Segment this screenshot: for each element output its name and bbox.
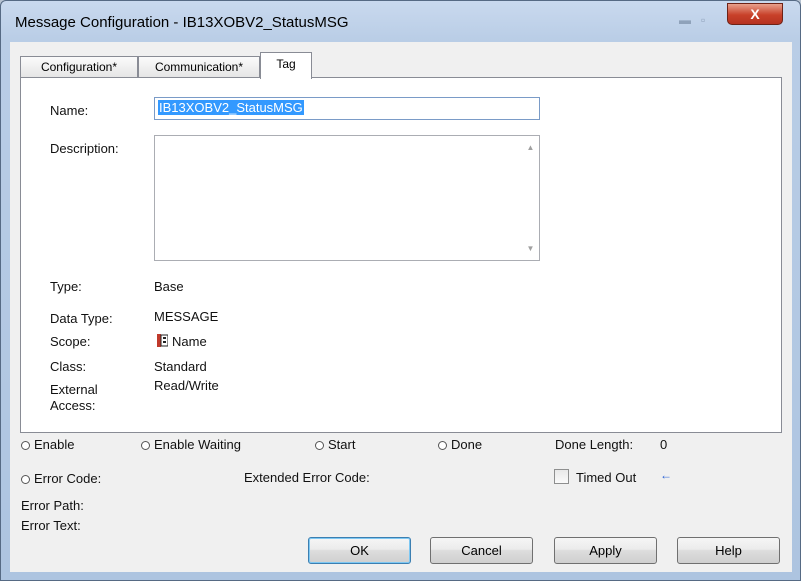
enable-waiting-label: Enable Waiting bbox=[154, 437, 241, 452]
done-length-value: 0 bbox=[660, 437, 668, 452]
enable-indicator: Enable bbox=[21, 437, 74, 452]
done-length-label: Done Length: bbox=[555, 437, 634, 452]
timed-out-label: Timed Out bbox=[576, 470, 637, 485]
start-label: Start bbox=[328, 437, 356, 452]
name-input-selected-text: IB13XOBV2_StatusMSG bbox=[158, 100, 304, 115]
done-radio-icon bbox=[438, 441, 447, 450]
done-indicator: Done bbox=[438, 437, 482, 452]
error-code-label: Error Code: bbox=[34, 471, 102, 486]
enable-radio-icon bbox=[21, 441, 30, 450]
start-indicator: Start bbox=[315, 437, 355, 452]
enable-waiting-indicator: Enable Waiting bbox=[141, 437, 241, 452]
close-icon: X bbox=[750, 6, 760, 22]
name-input[interactable]: IB13XOBV2_StatusMSG bbox=[154, 97, 540, 120]
name-label: Name: bbox=[50, 103, 89, 118]
tag-panel: Name: IB13XOBV2_StatusMSG Description: ▲… bbox=[20, 77, 782, 433]
start-radio-icon bbox=[315, 441, 324, 450]
external-access-label-line1: External bbox=[50, 382, 98, 397]
external-access-value: Read/Write bbox=[154, 378, 219, 393]
class-value: Standard bbox=[154, 359, 207, 374]
arrow-left-icon: ← bbox=[660, 468, 672, 482]
data-type-label: Data Type: bbox=[50, 311, 113, 326]
error-code-radio-icon bbox=[21, 475, 30, 484]
maximize-icon[interactable]: ▫ bbox=[701, 13, 705, 27]
description-label: Description: bbox=[50, 141, 119, 156]
controller-tag-icon bbox=[157, 334, 168, 347]
title-bar[interactable]: Message Configuration - IB13XOBV2_Status… bbox=[1, 1, 800, 41]
type-label: Type: bbox=[50, 279, 82, 294]
extended-error-code-label: Extended Error Code: bbox=[244, 470, 370, 485]
apply-button[interactable]: Apply bbox=[554, 537, 657, 564]
dialog-client-area: Configuration* Communication* Tag Name: … bbox=[10, 42, 792, 572]
external-access-label-line2: Access: bbox=[50, 398, 96, 413]
description-scrollbar[interactable]: ▲ ▼ bbox=[522, 136, 539, 260]
ok-button[interactable]: OK bbox=[308, 537, 411, 564]
scroll-up-arrow-icon[interactable]: ▲ bbox=[522, 139, 539, 156]
enable-waiting-radio-icon bbox=[141, 441, 150, 450]
error-text-label: Error Text: bbox=[21, 518, 81, 533]
tab-configuration[interactable]: Configuration* bbox=[20, 56, 138, 78]
message-configuration-window: Message Configuration - IB13XOBV2_Status… bbox=[0, 0, 801, 581]
data-type-value: MESSAGE bbox=[154, 309, 219, 324]
scope-value: Name bbox=[172, 334, 207, 349]
error-path-label: Error Path: bbox=[21, 498, 84, 513]
tab-tag[interactable]: Tag bbox=[260, 52, 312, 79]
scroll-down-arrow-icon[interactable]: ▼ bbox=[522, 240, 539, 257]
help-button[interactable]: Help bbox=[677, 537, 780, 564]
close-button[interactable]: X bbox=[727, 3, 783, 25]
enable-label: Enable bbox=[34, 437, 75, 452]
window-title: Message Configuration - IB13XOBV2_Status… bbox=[15, 14, 349, 31]
minimize-icon[interactable]: ▬ bbox=[679, 13, 691, 27]
type-value: Base bbox=[154, 279, 184, 294]
error-code-indicator: Error Code: bbox=[21, 471, 101, 486]
tab-communication[interactable]: Communication* bbox=[138, 56, 260, 78]
class-label: Class: bbox=[50, 359, 87, 374]
description-textarea[interactable]: ▲ ▼ bbox=[154, 135, 540, 261]
scope-label: Scope: bbox=[50, 334, 91, 349]
cancel-button[interactable]: Cancel bbox=[430, 537, 533, 564]
done-label: Done bbox=[451, 437, 483, 452]
timed-out-checkbox[interactable] bbox=[554, 469, 569, 484]
